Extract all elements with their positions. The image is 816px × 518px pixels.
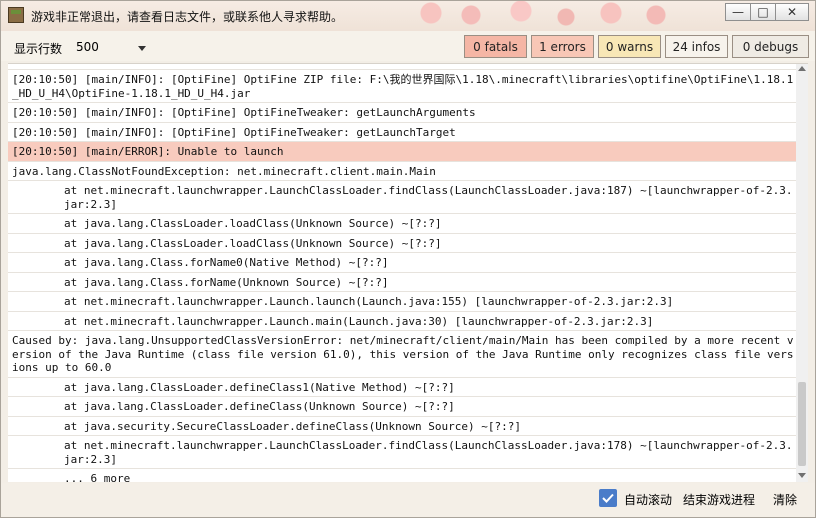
log-row: Caused by: java.lang.UnsupportedClassVer… <box>8 331 796 378</box>
bottom-bar: 自动滚动 结束游戏进程 清除 <box>1 483 815 517</box>
crash-window: 游戏非正常退出，请查看日志文件，或联系他人寻求帮助。 — □ ✕ 显示行数 50… <box>0 0 816 518</box>
log-row: [20:10:50] [main/INFO]: [OptiFine] OptiF… <box>8 103 796 123</box>
end-game-process-button[interactable]: 结束游戏进程 <box>683 491 755 508</box>
scrollbar-thumb[interactable] <box>798 382 806 466</box>
autoscroll-checkbox[interactable] <box>599 489 617 507</box>
log-row: at java.lang.Class.forName0(Native Metho… <box>8 253 796 273</box>
log-scrollbar[interactable] <box>796 64 808 482</box>
scroll-up-arrow-icon[interactable] <box>798 66 806 71</box>
chevron-down-icon <box>138 46 146 51</box>
filter-infos-button[interactable]: 24 infos <box>665 35 728 58</box>
lines-select-value: 500 <box>76 40 99 54</box>
minecraft-block-icon <box>8 7 24 23</box>
log-row: [20:10:50] [main/INFO]: [OptiFine] OptiF… <box>8 123 796 142</box>
title-bar: 游戏非正常退出，请查看日志文件，或联系他人寻求帮助。 — □ ✕ <box>1 1 815 31</box>
window-controls: — □ ✕ <box>725 3 809 23</box>
scroll-down-arrow-icon[interactable] <box>798 473 806 478</box>
log-row: at net.minecraft.launchwrapper.LaunchCla… <box>8 181 796 214</box>
close-button[interactable]: ✕ <box>775 3 809 21</box>
filter-debugs-button[interactable]: 0 debugs <box>732 35 809 58</box>
log-row: at java.lang.ClassLoader.defineClass(Unk… <box>8 397 796 417</box>
log-row: at net.minecraft.launchwrapper.LaunchCla… <box>8 436 796 469</box>
filter-fatals-button[interactable]: 0 fatals <box>464 35 527 58</box>
minimize-button[interactable]: — <box>725 3 751 21</box>
log-row: at java.lang.ClassLoader.loadClass(Unkno… <box>8 234 796 253</box>
log-rows: [20:10:50] [main/INFO]: [OptiFine] OptiF… <box>8 64 796 482</box>
log-row: at java.lang.ClassLoader.defineClass1(Na… <box>8 378 796 397</box>
log-row: at net.minecraft.launchwrapper.Launch.la… <box>8 292 796 312</box>
log-row: at java.lang.ClassLoader.loadClass(Unkno… <box>8 214 796 234</box>
log-row: [20:10:50] [main/INFO]: [OptiFine] OptiF… <box>8 70 796 103</box>
lines-select[interactable]: 500 <box>71 37 153 57</box>
checkmark-icon <box>602 493 614 503</box>
log-row: java.lang.ClassNotFoundException: net.mi… <box>8 162 796 181</box>
log-row: ... 6 more <box>8 469 796 482</box>
log-row-error: [20:10:50] [main/ERROR]: Unable to launc… <box>8 142 796 162</box>
filter-warns-button[interactable]: 0 warns <box>598 35 661 58</box>
autoscroll-label[interactable]: 自动滚动 <box>624 491 672 508</box>
window-title: 游戏非正常退出，请查看日志文件，或联系他人寻求帮助。 <box>31 10 344 24</box>
clear-log-button[interactable]: 清除 <box>773 491 797 508</box>
log-row: at java.lang.Class.forName(Unknown Sourc… <box>8 273 796 292</box>
maximize-button[interactable]: □ <box>750 3 776 21</box>
filter-errors-button[interactable]: 1 errors <box>531 35 594 58</box>
lines-label: 显示行数 <box>14 42 63 56</box>
log-view[interactable]: [20:10:50] [main/INFO]: [OptiFine] OptiF… <box>8 63 808 482</box>
log-row: at java.security.SecureClassLoader.defin… <box>8 417 796 436</box>
log-row: at net.minecraft.launchwrapper.Launch.ma… <box>8 312 796 331</box>
